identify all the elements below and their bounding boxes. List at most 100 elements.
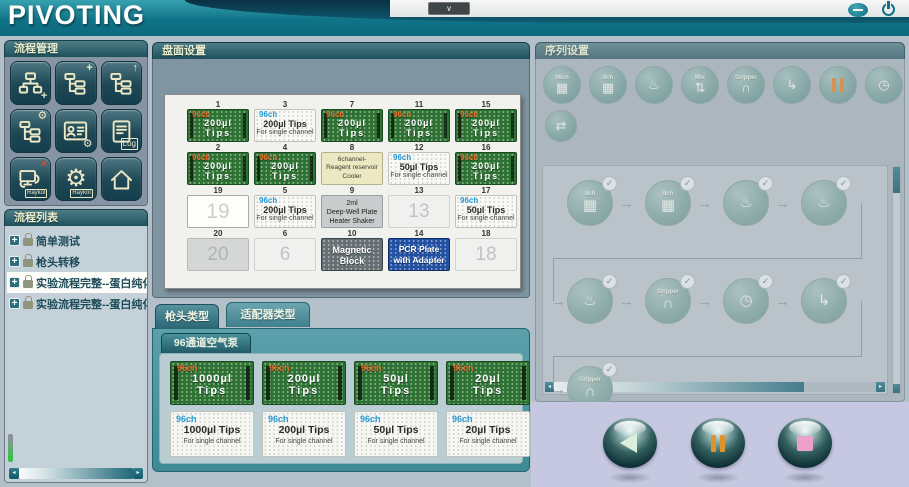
labware-tile[interactable]: 6channel-Reagent reservoirCooler	[321, 152, 383, 185]
deck-slot-15: 1596ch200µlTips	[455, 100, 517, 142]
mix-icon[interactable]: Mix⇅	[681, 66, 719, 104]
transfer-icon[interactable]: ⇄	[545, 110, 577, 142]
disconnect-device-button[interactable]: × Raykol	[10, 157, 51, 201]
pause-button[interactable]	[691, 418, 745, 468]
process-list-item[interactable]: +实验流程完整--蛋白纯化	[7, 272, 147, 293]
process-list-item[interactable]: +简单测试	[7, 230, 147, 251]
process-management-panel: 流程管理 ++↑⚙⚙Log×Raykol⚙Raykol	[4, 40, 148, 206]
labware-tile[interactable]: 19	[187, 195, 249, 228]
deck-slot-5: 596ch200µl TipsFor single channel	[254, 186, 316, 228]
labware-tile[interactable]: 2mlDeep-Well PlateHeater Shaker	[321, 195, 383, 228]
power-button[interactable]	[882, 2, 897, 16]
scroll-right-icon[interactable]: ▸	[133, 468, 143, 479]
tip-option-single-50µl Tips[interactable]: 96ch50µl TipsFor single channel	[354, 411, 438, 457]
chevron-down-icon[interactable]: ∨	[428, 2, 470, 15]
flow-step-gripper[interactable]: Gripper∩✓	[645, 278, 691, 324]
scroll-right-icon[interactable]: ▸	[876, 382, 885, 392]
new-flowchart-button[interactable]: +	[10, 61, 51, 105]
tip-option-single-1000µl Tips[interactable]: 96ch1000µl TipsFor single channel	[170, 411, 254, 457]
scroll-down-icon[interactable]	[893, 384, 900, 393]
tip-option-96ch-20µl[interactable]: 96ch20µlTips	[446, 361, 530, 405]
flow-step-pipette-8ch[interactable]: 8ch▦✓	[567, 180, 613, 226]
add-flow-node-button[interactable]: +	[55, 61, 96, 105]
tip-option-single-20µl Tips[interactable]: 96ch20µl TipsFor single channel	[446, 411, 530, 457]
timer-icon[interactable]: ◷	[865, 66, 903, 104]
device-settings-button[interactable]: ⚙Raykol	[55, 157, 96, 201]
labware-tile[interactable]: 96ch200µlTips	[187, 109, 249, 142]
labware-tile[interactable]: 6	[254, 238, 316, 271]
check-icon: ✓	[680, 274, 695, 289]
home-button[interactable]	[101, 157, 142, 201]
labware-tile[interactable]: PCR Platewith Adapter	[388, 238, 450, 271]
labware-tile[interactable]: 20	[187, 238, 249, 271]
gripper-icon[interactable]: Gripper∩	[727, 66, 765, 104]
labware-tile[interactable]: MagneticBlock	[321, 238, 383, 271]
disconnect-device-button-label: Raykol	[25, 189, 47, 198]
list-scroll-indicator[interactable]	[8, 434, 13, 462]
back-button[interactable]	[603, 418, 657, 468]
expand-plus-icon[interactable]: +	[9, 235, 20, 246]
tip-discard-icon[interactable]: ↳	[773, 66, 811, 104]
labware-tile[interactable]: 96ch200µlTips	[455, 109, 517, 142]
deck-grid: 196ch200µlTips396ch200µl TipsFor single …	[165, 95, 520, 271]
flow-step-pipette-8ch[interactable]: 8ch▦✓	[645, 180, 691, 226]
process-list-item[interactable]: +实验流程完整--蛋白纯化 1列 3	[7, 293, 147, 314]
export-flow-button[interactable]: ↑	[101, 61, 142, 105]
flow-step-heater-shaker[interactable]: ♨✓	[801, 180, 847, 226]
expand-plus-icon[interactable]: +	[9, 277, 20, 288]
stop-button[interactable]	[778, 418, 832, 468]
labware-tile[interactable]: 96ch200µlTips	[321, 109, 383, 142]
pipette-8ch-icon[interactable]: 8ch▦	[589, 66, 627, 104]
check-icon: ✓	[602, 274, 617, 289]
tip-option-96ch-200µl[interactable]: 96ch200µlTips	[262, 361, 346, 405]
tip-option-96ch-1000µl[interactable]: 96ch1000µlTips	[170, 361, 254, 405]
sequence-settings-title: 序列设置	[535, 42, 905, 59]
slot-number: 20	[187, 229, 249, 238]
labware-tile[interactable]: 96ch200µlTips	[388, 109, 450, 142]
expand-plus-icon[interactable]: +	[9, 256, 20, 267]
check-icon: ✓	[602, 362, 617, 377]
flow-vscrollbar[interactable]	[892, 166, 901, 394]
tip-option-single-200µl Tips[interactable]: 96ch200µl TipsFor single channel	[262, 411, 346, 457]
pipette-96ch-icon[interactable]: 96ch▦	[543, 66, 581, 104]
minimize-button[interactable]	[848, 3, 868, 17]
tip-option-96ch-50µl[interactable]: 96ch50µlTips	[354, 361, 438, 405]
flow-step-heater-shaker[interactable]: ♨✓	[723, 180, 769, 226]
subtab-96ch-air-pump[interactable]: 96通道空气泵	[161, 333, 251, 353]
disconnect-device-button-badge-icon: ×	[41, 159, 47, 170]
labware-tile[interactable]: 96ch200µl TipsFor single channel	[254, 109, 316, 142]
process-list-item[interactable]: +枪头转移	[7, 251, 147, 272]
deck-slot-20: 2020	[187, 229, 249, 271]
labware-tile[interactable]: 96ch50µl TipsFor single channel	[455, 195, 517, 228]
process-list-hscrollbar[interactable]: ◂ ▸	[9, 468, 143, 479]
deck-slot-10: 10MagneticBlock	[321, 229, 383, 271]
user-settings-button[interactable]: ⚙	[55, 109, 96, 153]
labware-tile[interactable]: 96ch200µlTips	[187, 152, 249, 185]
flow-step-timer[interactable]: ◷✓	[723, 278, 769, 324]
labware-tile[interactable]: 96ch200µlTips	[254, 152, 316, 185]
check-icon: ✓	[836, 274, 851, 289]
scrollbar-thumb[interactable]	[893, 167, 900, 193]
tab-tip-types[interactable]: 枪头类型	[155, 304, 219, 329]
deck-slot-18: 1818	[455, 229, 517, 271]
pause-icon[interactable]	[819, 66, 857, 104]
check-icon: ✓	[836, 176, 851, 191]
labware-tile[interactable]: 96ch200µlTips	[455, 152, 517, 185]
flow-settings-button[interactable]: ⚙	[10, 109, 51, 153]
labware-tile[interactable]: 96ch50µl TipsFor single channel	[388, 152, 450, 185]
scroll-left-icon[interactable]: ◂	[9, 468, 19, 479]
flow-settings-button-badge-icon: ⚙	[37, 111, 47, 122]
heater-shaker-icon[interactable]: ♨	[635, 66, 673, 104]
flow-step-heater-shaker[interactable]: ♨✓	[567, 278, 613, 324]
expand-plus-icon[interactable]: +	[9, 298, 20, 309]
back-icon	[620, 433, 637, 453]
labware-tile[interactable]: 96ch200µl TipsFor single channel	[254, 195, 316, 228]
labware-tile[interactable]: 18	[455, 238, 517, 271]
scrollbar-thumb[interactable]	[19, 468, 133, 479]
flow-step-tip-discard[interactable]: ↳✓	[801, 278, 847, 324]
log-button[interactable]: Log	[101, 109, 142, 153]
labware-tile[interactable]: 13	[388, 195, 450, 228]
tab-adapter-types[interactable]: 适配器类型	[226, 302, 310, 327]
deck-slot-11: 1196ch200µlTips	[388, 100, 450, 142]
deck-slot-16: 1696ch200µlTips	[455, 143, 517, 185]
